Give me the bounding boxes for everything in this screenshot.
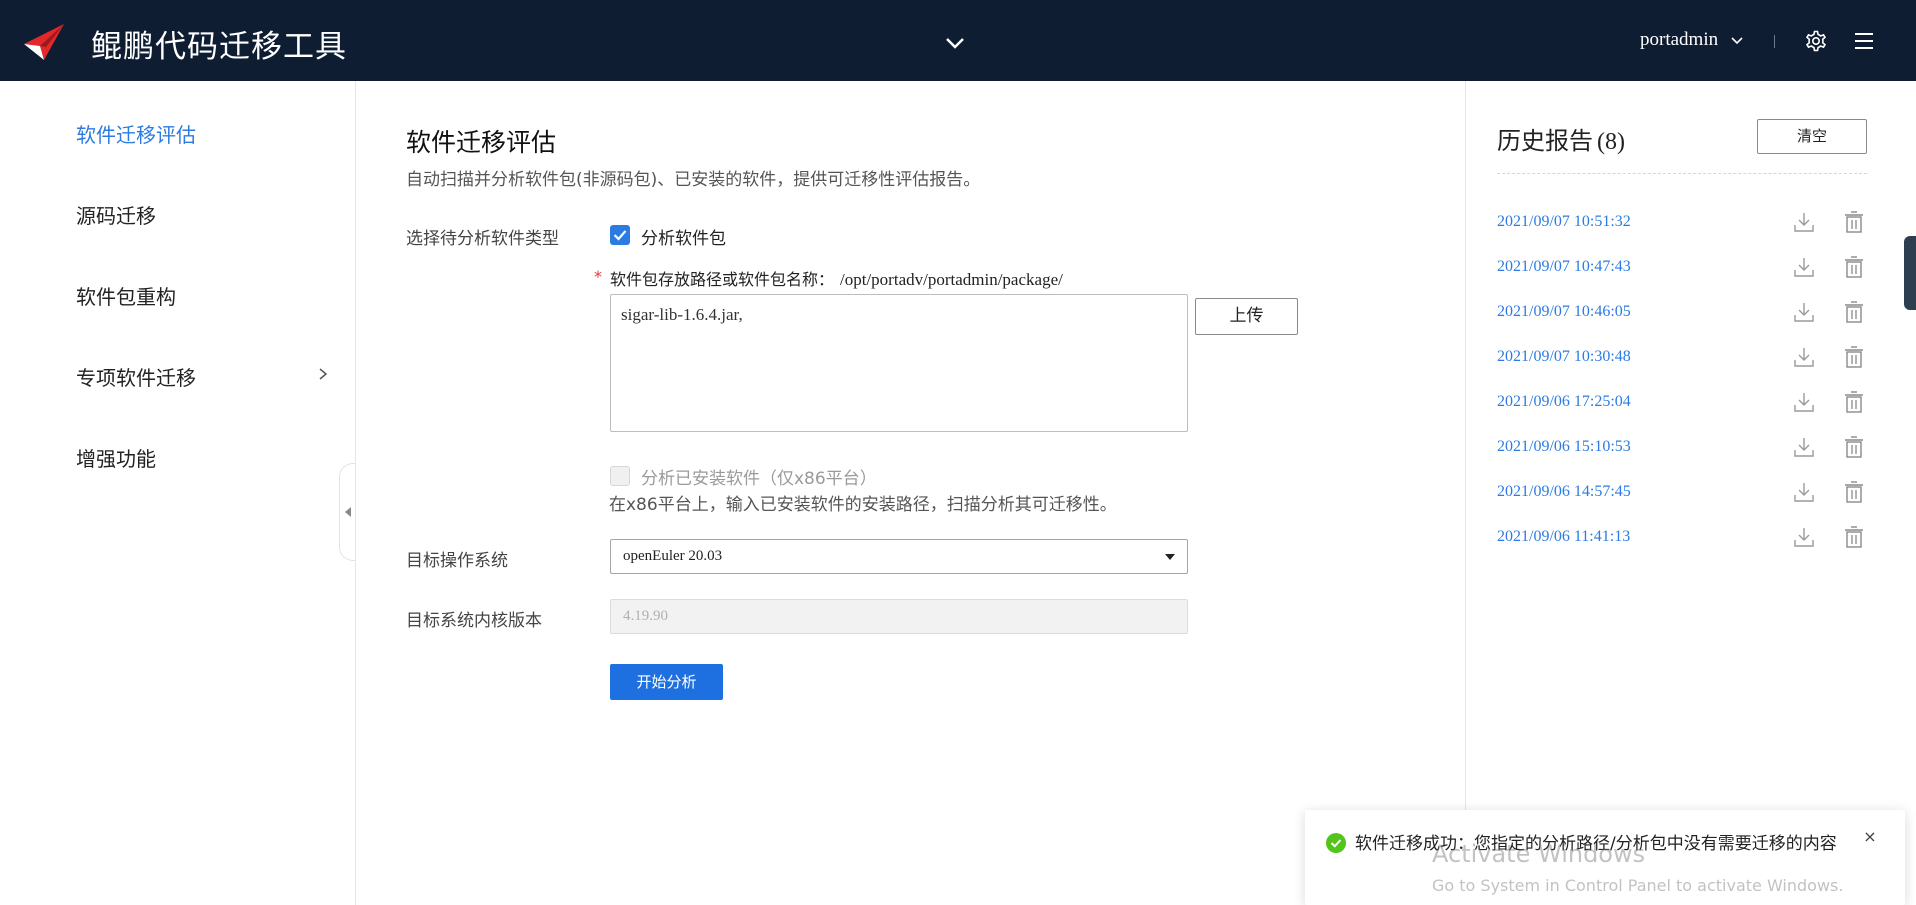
close-icon[interactable]: × <box>1861 827 1879 846</box>
collapse-arrow-icon <box>345 507 351 517</box>
sidebar-item-package-rebuild[interactable]: 软件包重构 <box>76 281 176 310</box>
download-icon[interactable] <box>1793 301 1815 323</box>
analyze-package-label[interactable]: 分析软件包 <box>641 224 726 249</box>
download-icon[interactable] <box>1793 436 1815 458</box>
sidebar: 软件迁移评估 源码迁移 软件包重构 专项软件迁移 增强功能 <box>0 81 356 905</box>
kernel-version-value: 4.19.90 <box>623 608 668 624</box>
download-icon[interactable] <box>1793 346 1815 368</box>
package-path-label-text: 软件包存放路径或软件包名称： <box>610 270 835 289</box>
report-date-link[interactable]: 2021/09/06 17:25:04 <box>1497 393 1631 411</box>
trash-icon[interactable] <box>1843 480 1865 504</box>
package-path-value: /opt/portadv/portadmin/package/ <box>840 270 1063 289</box>
user-menu-chevron-icon[interactable] <box>1729 33 1745 49</box>
trash-icon[interactable] <box>1843 525 1865 549</box>
settings-gear-icon[interactable] <box>1803 28 1829 54</box>
checkmark-icon <box>613 230 627 241</box>
report-date-link[interactable]: 2021/09/07 10:46:05 <box>1497 303 1631 321</box>
sidebar-item-software-assessment[interactable]: 软件迁移评估 <box>76 119 196 148</box>
success-toast: 软件迁移成功：您指定的分析路径/分析包中没有需要迁移的内容 × <box>1305 810 1905 905</box>
software-type-label: 选择待分析软件类型 <box>406 229 559 249</box>
chevron-right-icon <box>319 368 328 380</box>
trash-icon[interactable] <box>1843 210 1865 234</box>
report-date-link[interactable]: 2021/09/07 10:47:43 <box>1497 258 1631 276</box>
start-analysis-button[interactable]: 开始分析 <box>610 664 723 700</box>
history-panel: 历史报告 (8) 清空 2021/09/07 10:51:32 2021/09/07… <box>1465 81 1916 905</box>
scrollbar-handle[interactable] <box>1904 236 1916 310</box>
target-os-value: openEuler 20.03 <box>623 548 723 564</box>
upload-button[interactable]: 上传 <box>1195 298 1298 335</box>
report-date-link[interactable]: 2021/09/06 11:41:13 <box>1497 528 1630 546</box>
analyze-package-checkbox[interactable] <box>610 225 630 245</box>
report-row: 2021/09/06 17:25:04 <box>1497 389 1877 419</box>
analyze-installed-checkbox[interactable] <box>610 466 630 486</box>
report-row: 2021/09/06 15:10:53 <box>1497 434 1877 464</box>
trash-icon[interactable] <box>1843 300 1865 324</box>
trash-icon[interactable] <box>1843 390 1865 414</box>
app-title: 鲲鹏代码迁移工具 <box>91 29 347 65</box>
sidebar-item-source-migration[interactable]: 源码迁移 <box>76 200 156 229</box>
header-divider <box>1774 35 1775 48</box>
target-os-select[interactable]: openEuler 20.03 <box>610 539 1188 574</box>
chevron-down-icon[interactable] <box>942 30 968 56</box>
report-row: 2021/09/07 10:47:43 <box>1497 254 1877 284</box>
kernel-version-label: 目标系统内核版本 <box>406 611 542 631</box>
trash-icon[interactable] <box>1843 255 1865 279</box>
report-date-link[interactable]: 2021/09/06 15:10:53 <box>1497 438 1631 456</box>
history-count: (8) <box>1597 129 1625 155</box>
sidebar-item-enhanced-features[interactable]: 增强功能 <box>76 443 156 472</box>
page-description: 自动扫描并分析软件包(非源码包)、已安装的软件，提供可迁移性评估报告。 <box>406 170 981 190</box>
trash-icon[interactable] <box>1843 345 1865 369</box>
page-title: 软件迁移评估 <box>406 128 557 157</box>
report-row: 2021/09/07 10:51:32 <box>1497 209 1877 239</box>
download-icon[interactable] <box>1793 526 1815 548</box>
download-icon[interactable] <box>1793 256 1815 278</box>
report-date-link[interactable]: 2021/09/07 10:51:32 <box>1497 213 1631 231</box>
clear-history-button[interactable]: 清空 <box>1757 119 1867 154</box>
download-icon[interactable] <box>1793 211 1815 233</box>
package-name-textarea[interactable]: sigar-lib-1.6.4.jar, <box>610 294 1188 432</box>
kunpeng-logo-icon <box>24 24 64 60</box>
main-panel: 软件迁移评估 自动扫描并分析软件包(非源码包)、已安装的软件，提供可迁移性评估报… <box>357 81 1465 905</box>
top-header: 鲲鹏代码迁移工具 portadmin <box>0 0 1916 81</box>
download-icon[interactable] <box>1793 391 1815 413</box>
toast-message: 软件迁移成功：您指定的分析路径/分析包中没有需要迁移的内容 <box>1355 834 1837 854</box>
username[interactable]: portadmin <box>1640 29 1718 51</box>
installed-hint-text: 在x86平台上，输入已安装软件的安装路径，扫描分析其可迁移性。 <box>609 495 1117 515</box>
dropdown-arrow-icon <box>1165 554 1175 560</box>
download-icon[interactable] <box>1793 481 1815 503</box>
kernel-version-input: 4.19.90 <box>610 599 1188 634</box>
report-row: 2021/09/06 11:41:13 <box>1497 524 1877 554</box>
target-os-label: 目标操作系统 <box>406 551 508 571</box>
analyze-installed-label: 分析已安装软件（仅x86平台） <box>641 469 877 489</box>
trash-icon[interactable] <box>1843 435 1865 459</box>
report-row: 2021/09/07 10:46:05 <box>1497 299 1877 329</box>
package-path-label: 软件包存放路径或软件包名称： /opt/portadv/portadmin/pac… <box>610 266 1063 290</box>
sidebar-collapse-handle[interactable] <box>339 463 355 561</box>
report-row: 2021/09/07 10:30:48 <box>1497 344 1877 374</box>
hamburger-menu-icon[interactable] <box>1852 29 1876 53</box>
report-date-link[interactable]: 2021/09/07 10:30:48 <box>1497 348 1631 366</box>
history-title-text: 历史报告 <box>1497 127 1593 155</box>
sidebar-item-special-migration[interactable]: 专项软件迁移 <box>76 362 196 391</box>
history-title: 历史报告 (8) <box>1497 121 1625 156</box>
history-divider <box>1497 173 1867 174</box>
report-date-link[interactable]: 2021/09/06 14:57:45 <box>1497 483 1631 501</box>
required-asterisk: * <box>594 267 602 286</box>
report-row: 2021/09/06 14:57:45 <box>1497 479 1877 509</box>
